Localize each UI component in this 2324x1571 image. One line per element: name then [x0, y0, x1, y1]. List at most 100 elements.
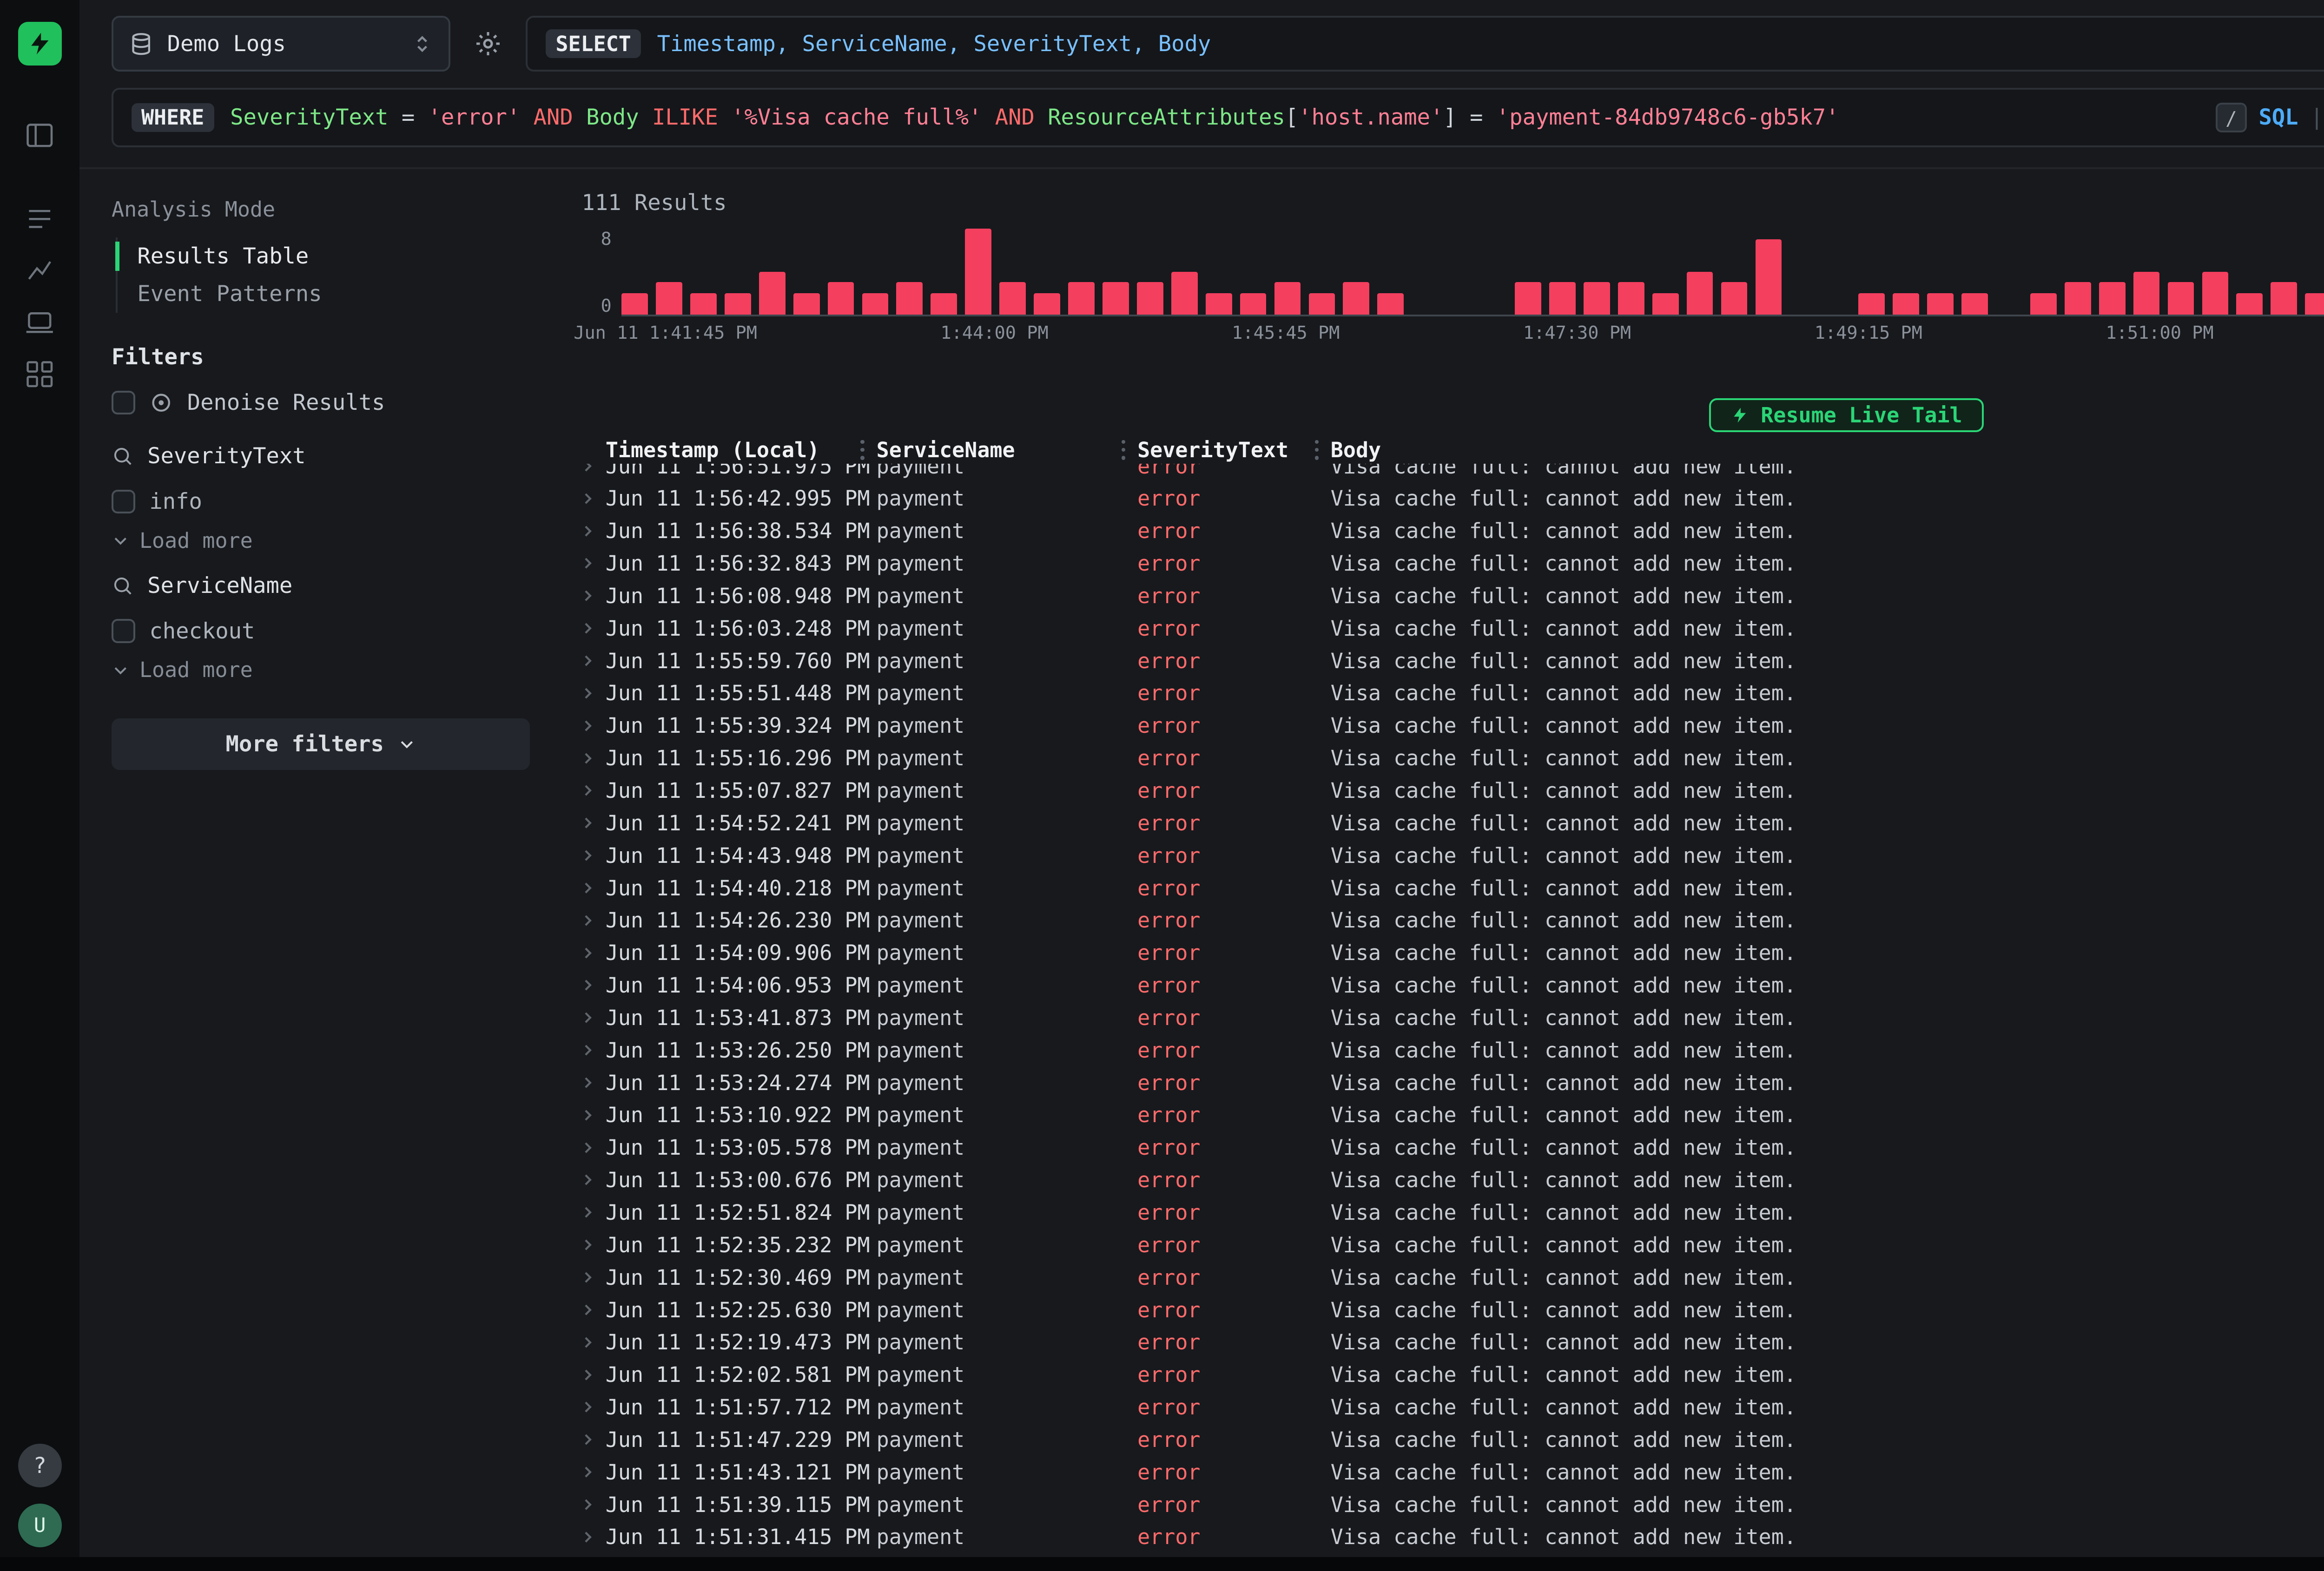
- col-header-severitytext[interactable]: SeverityText: [1137, 438, 1331, 462]
- expand-caret-icon[interactable]: [570, 653, 606, 669]
- expand-caret-icon[interactable]: [570, 1367, 606, 1383]
- expand-caret-icon[interactable]: [570, 782, 606, 798]
- lang-sql-toggle[interactable]: SQL: [2258, 105, 2298, 130]
- log-row[interactable]: Jun 11 1:56:42.995 PMpaymenterrorVisa ca…: [570, 482, 2324, 515]
- expand-caret-icon[interactable]: [570, 464, 606, 474]
- log-row[interactable]: Jun 11 1:56:38.534 PMpaymenterrorVisa ca…: [570, 515, 2324, 547]
- expand-caret-icon[interactable]: [570, 1399, 606, 1415]
- denoise-results-toggle[interactable]: Denoise Results: [112, 390, 530, 415]
- expand-caret-icon[interactable]: [570, 1107, 606, 1123]
- expand-caret-icon[interactable]: [570, 685, 606, 701]
- log-row[interactable]: Jun 11 1:54:52.241 PMpaymenterrorVisa ca…: [570, 807, 2324, 839]
- col-header-body[interactable]: Body: [1331, 438, 2324, 462]
- filter-option-checkout[interactable]: checkout: [112, 614, 530, 648]
- log-row[interactable]: Jun 11 1:55:59.760 PMpaymenterrorVisa ca…: [570, 644, 2324, 677]
- resume-live-tail-button[interactable]: Resume Live Tail: [1709, 398, 1984, 432]
- log-row[interactable]: Jun 11 1:52:02.581 PMpaymenterrorVisa ca…: [570, 1359, 2324, 1391]
- checkbox[interactable]: [112, 619, 135, 643]
- col-header-servicename[interactable]: ServiceName: [877, 438, 1137, 462]
- expand-caret-icon[interactable]: [570, 523, 606, 539]
- log-row[interactable]: Jun 11 1:56:32.843 PMpaymenterrorVisa ca…: [570, 547, 2324, 580]
- expand-caret-icon[interactable]: [570, 588, 606, 604]
- log-row[interactable]: Jun 11 1:51:57.712 PMpaymenterrorVisa ca…: [570, 1391, 2324, 1424]
- column-resize-handle[interactable]: [1315, 440, 1319, 460]
- col-header-timestamp[interactable]: Timestamp (Local): [606, 438, 877, 462]
- log-row[interactable]: Jun 11 1:53:05.578 PMpaymenterrorVisa ca…: [570, 1131, 2324, 1164]
- user-avatar[interactable]: U: [18, 1504, 62, 1547]
- log-row[interactable]: Jun 11 1:56:08.948 PMpaymenterrorVisa ca…: [570, 580, 2324, 612]
- source-select[interactable]: Demo Logs: [112, 16, 450, 72]
- log-row[interactable]: Jun 11 1:51:31.415 PMpaymenterrorVisa ca…: [570, 1521, 2324, 1553]
- nav-dashboards-button[interactable]: [0, 348, 79, 400]
- expand-caret-icon[interactable]: [570, 1497, 606, 1512]
- where-query-input[interactable]: WHERE SeverityText = 'error' AND Body IL…: [112, 88, 2324, 148]
- log-row[interactable]: Jun 11 1:54:06.953 PMpaymenterrorVisa ca…: [570, 969, 2324, 1002]
- denoise-checkbox[interactable]: [112, 391, 135, 414]
- nav-logs-button[interactable]: [0, 193, 79, 245]
- nav-chart-button[interactable]: [0, 245, 79, 296]
- nav-panel-button[interactable]: [0, 110, 79, 161]
- nav-sessions-button[interactable]: [0, 297, 79, 348]
- expand-caret-icon[interactable]: [570, 848, 606, 863]
- expand-caret-icon[interactable]: [570, 977, 606, 993]
- expand-caret-icon[interactable]: [570, 750, 606, 766]
- log-row[interactable]: Jun 11 1:53:24.274 PMpaymenterrorVisa ca…: [570, 1066, 2324, 1099]
- expand-caret-icon[interactable]: [570, 1010, 606, 1025]
- log-row[interactable]: Jun 11 1:52:51.824 PMpaymenterrorVisa ca…: [570, 1196, 2324, 1229]
- expand-caret-icon[interactable]: [570, 1334, 606, 1350]
- log-row[interactable]: Jun 11 1:52:35.232 PMpaymenterrorVisa ca…: [570, 1229, 2324, 1261]
- expand-caret-icon[interactable]: [570, 945, 606, 961]
- checkbox[interactable]: [112, 490, 135, 513]
- expand-caret-icon[interactable]: [570, 1529, 606, 1545]
- expand-caret-icon[interactable]: [570, 620, 606, 636]
- expand-caret-icon[interactable]: [570, 1302, 606, 1318]
- log-row[interactable]: Jun 11 1:54:09.906 PMpaymenterrorVisa ca…: [570, 937, 2324, 969]
- log-row[interactable]: Jun 11 1:53:26.250 PMpaymenterrorVisa ca…: [570, 1034, 2324, 1066]
- log-row[interactable]: Jun 11 1:55:51.448 PMpaymenterrorVisa ca…: [570, 677, 2324, 710]
- log-row[interactable]: Jun 11 1:53:41.873 PMpaymenterrorVisa ca…: [570, 1001, 2324, 1034]
- select-query-input[interactable]: SELECT Timestamp, ServiceName, SeverityT…: [526, 16, 2324, 72]
- column-resize-handle[interactable]: [860, 440, 865, 460]
- log-row[interactable]: Jun 11 1:52:30.469 PMpaymenterrorVisa ca…: [570, 1261, 2324, 1294]
- log-row[interactable]: Jun 11 1:51:43.121 PMpaymenterrorVisa ca…: [570, 1456, 2324, 1488]
- expand-caret-icon[interactable]: [570, 555, 606, 571]
- log-row[interactable]: Jun 11 1:54:43.948 PMpaymenterrorVisa ca…: [570, 839, 2324, 872]
- log-row[interactable]: Jun 11 1:54:40.218 PMpaymenterrorVisa ca…: [570, 872, 2324, 904]
- log-row[interactable]: Jun 11 1:55:16.296 PMpaymenterrorVisa ca…: [570, 742, 2324, 775]
- expand-caret-icon[interactable]: [570, 1204, 606, 1220]
- expand-caret-icon[interactable]: [570, 491, 606, 506]
- more-filters-button[interactable]: More filters: [112, 718, 530, 770]
- log-row[interactable]: Jun 11 1:55:39.324 PMpaymenterrorVisa ca…: [570, 710, 2324, 742]
- log-row[interactable]: Jun 11 1:54:26.230 PMpaymenterrorVisa ca…: [570, 904, 2324, 937]
- log-row[interactable]: Jun 11 1:55:07.827 PMpaymenterrorVisa ca…: [570, 775, 2324, 807]
- expand-caret-icon[interactable]: [570, 1140, 606, 1156]
- mode-results-table[interactable]: Results Table: [118, 237, 530, 275]
- expand-caret-icon[interactable]: [570, 718, 606, 734]
- expand-caret-icon[interactable]: [570, 1464, 606, 1480]
- expand-caret-icon[interactable]: [570, 1042, 606, 1058]
- app-logo[interactable]: [18, 22, 62, 66]
- log-row[interactable]: Jun 11 1:51:47.229 PMpaymenterrorVisa ca…: [570, 1423, 2324, 1456]
- settings-gear-button[interactable]: [466, 30, 510, 58]
- mode-event-patterns[interactable]: Event Patterns: [118, 275, 530, 313]
- column-resize-handle[interactable]: [1122, 440, 1126, 460]
- log-row[interactable]: Jun 11 1:56:51.975 PMpaymenterrorVisa ca…: [570, 464, 2324, 482]
- log-row[interactable]: Jun 11 1:53:10.922 PMpaymenterrorVisa ca…: [570, 1099, 2324, 1131]
- load-more-button[interactable]: Load more: [112, 518, 530, 569]
- log-row[interactable]: Jun 11 1:53:00.676 PMpaymenterrorVisa ca…: [570, 1164, 2324, 1196]
- load-more-button[interactable]: Load more: [112, 648, 530, 698]
- expand-caret-icon[interactable]: [570, 1237, 606, 1253]
- log-row[interactable]: Jun 11 1:52:19.473 PMpaymenterrorVisa ca…: [570, 1326, 2324, 1359]
- expand-caret-icon[interactable]: [570, 880, 606, 896]
- expand-caret-icon[interactable]: [570, 1172, 606, 1188]
- log-row[interactable]: Jun 11 1:52:25.630 PMpaymenterrorVisa ca…: [570, 1294, 2324, 1326]
- expand-caret-icon[interactable]: [570, 1432, 606, 1447]
- filter-option-info[interactable]: info: [112, 485, 530, 518]
- expand-caret-icon[interactable]: [570, 913, 606, 928]
- log-row[interactable]: Jun 11 1:51:39.115 PMpaymenterrorVisa ca…: [570, 1488, 2324, 1521]
- expand-caret-icon[interactable]: [570, 1075, 606, 1091]
- expand-caret-icon[interactable]: [570, 1269, 606, 1285]
- log-row[interactable]: Jun 11 1:56:03.248 PMpaymenterrorVisa ca…: [570, 612, 2324, 644]
- expand-caret-icon[interactable]: [570, 815, 606, 831]
- help-button[interactable]: ?: [18, 1444, 62, 1487]
